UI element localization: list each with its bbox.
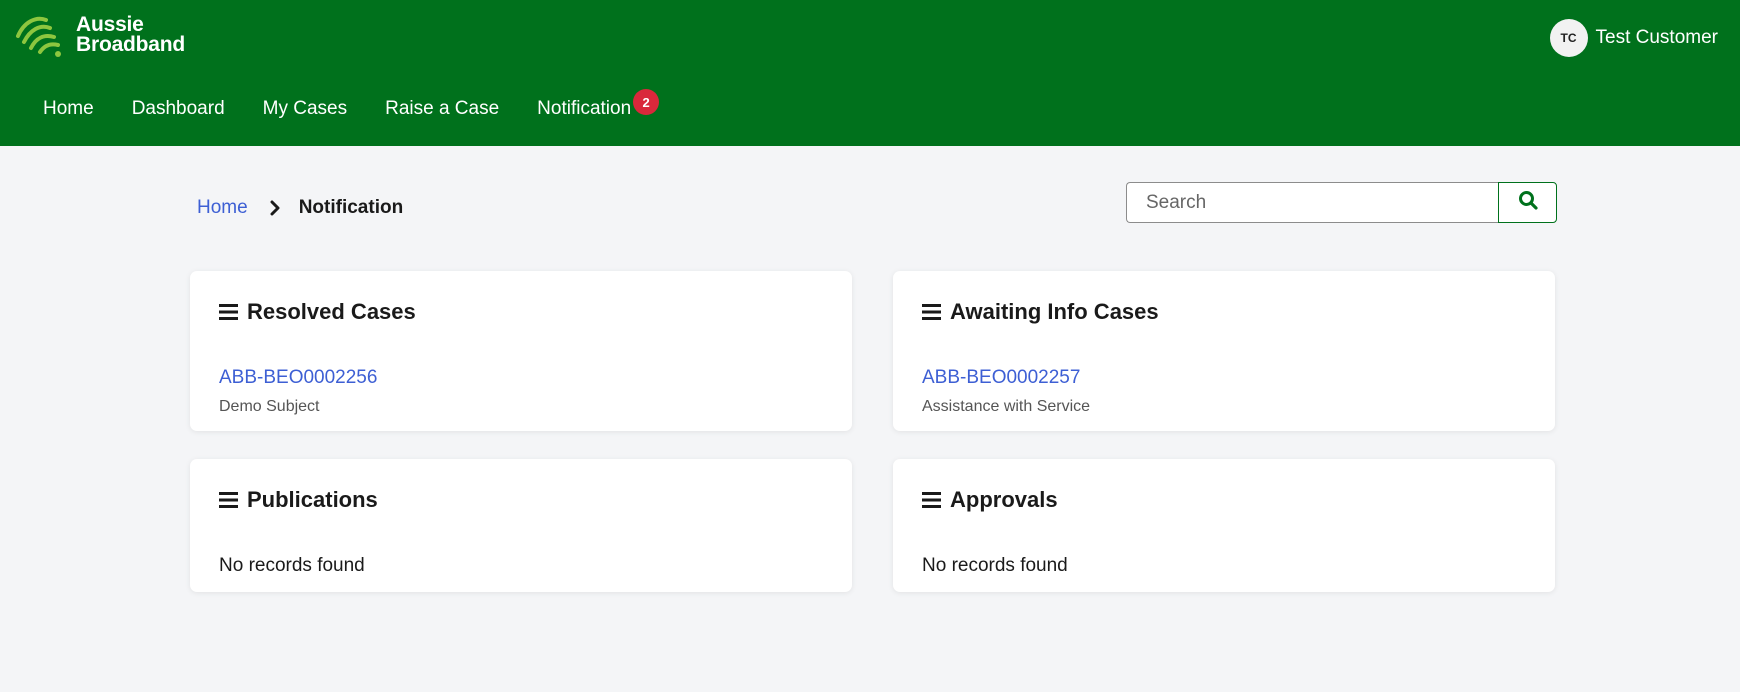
- search-bar: [1126, 182, 1557, 223]
- nav-item-label: Dashboard: [131, 98, 225, 119]
- avatar: TC: [1549, 19, 1588, 57]
- brand-logo[interactable]: Aussie Broadband: [14, 12, 185, 58]
- brand-name-line2: Broadband: [76, 33, 186, 56]
- breadcrumb-home-link[interactable]: Home: [197, 197, 248, 219]
- nav-item-notification[interactable]: Notification 2: [537, 89, 660, 120]
- publications-card: Publications No records found: [190, 459, 852, 592]
- card-title-text: Approvals: [950, 487, 1058, 512]
- nav-item-raise-a-case[interactable]: Raise a Case: [385, 98, 499, 120]
- breadcrumb-current: Notification: [298, 197, 404, 218]
- search-input[interactable]: [1126, 182, 1498, 223]
- nav-item-my-cases[interactable]: My Cases: [263, 98, 347, 120]
- card-title: Approvals: [922, 485, 1058, 515]
- case-link[interactable]: ABB-BEO0002257: [922, 367, 1080, 389]
- resolved-cases-card: Resolved Cases ABB-BEO0002256 Demo Subje…: [190, 271, 852, 431]
- case-link[interactable]: ABB-BEO0002256: [219, 367, 377, 389]
- nav-item-home[interactable]: Home: [43, 98, 94, 120]
- card-title-text: Awaiting Info Cases: [950, 299, 1159, 324]
- search-button[interactable]: [1498, 182, 1557, 223]
- brand-name: Aussie Broadband: [76, 13, 186, 56]
- hamburger-menu-icon: [922, 304, 941, 320]
- nav-item-label: My Cases: [262, 98, 348, 119]
- nav-item-label: Notification: [537, 98, 632, 119]
- empty-state-text: No records found: [219, 555, 365, 576]
- hamburger-menu-icon: [219, 492, 238, 508]
- awaiting-info-cases-card: Awaiting Info Cases ABB-BEO0002257 Assis…: [893, 271, 1555, 431]
- case-subject: Demo Subject: [219, 398, 320, 415]
- top-header: Aussie Broadband TC Test Customer Home D…: [0, 0, 1740, 146]
- hamburger-menu-icon: [219, 304, 238, 320]
- chevron-right-icon: [270, 200, 281, 216]
- nav-item-dashboard[interactable]: Dashboard: [132, 98, 225, 120]
- case-subject: Assistance with Service: [922, 398, 1091, 415]
- user-menu[interactable]: TC Test Customer: [1549, 19, 1718, 57]
- user-name: Test Customer: [1595, 27, 1718, 48]
- nav-item-label: Raise a Case: [385, 98, 500, 119]
- notification-count-badge: 2: [633, 89, 660, 115]
- hamburger-menu-icon: [922, 492, 941, 508]
- card-title: Resolved Cases: [219, 297, 416, 327]
- nav-item-label: Home: [43, 98, 94, 119]
- card-title: Publications: [219, 485, 378, 515]
- card-title-text: Publications: [247, 487, 378, 512]
- brand-name-line1: Aussie: [76, 13, 144, 36]
- breadcrumb: Home Notification: [197, 196, 403, 220]
- approvals-card: Approvals No records found: [893, 459, 1555, 592]
- main-nav: Home Dashboard My Cases Raise a Case Not…: [43, 89, 669, 122]
- card-title-text: Resolved Cases: [247, 299, 416, 324]
- search-icon: [1518, 190, 1538, 215]
- empty-state-text: No records found: [922, 555, 1068, 576]
- card-title: Awaiting Info Cases: [922, 297, 1159, 327]
- aussie-broadband-wifi-logo-icon: [14, 12, 70, 58]
